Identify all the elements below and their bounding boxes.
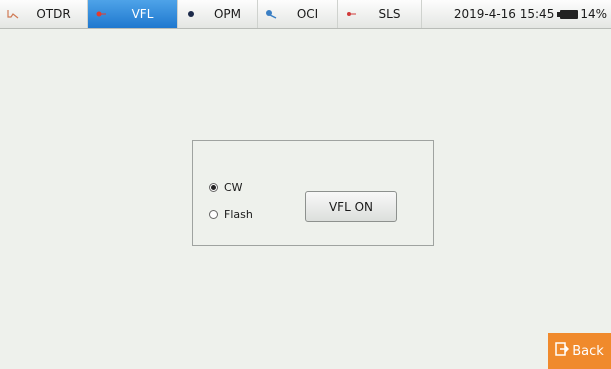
back-label: Back <box>572 343 604 359</box>
exit-icon <box>555 342 570 360</box>
opm-dot-icon <box>178 9 204 19</box>
tab-otdr[interactable]: OTDR <box>0 0 88 28</box>
tab-opm[interactable]: OPM <box>178 0 258 28</box>
otdr-trace-icon <box>0 9 26 19</box>
tab-label: OPM <box>213 7 242 21</box>
tab-label: VFL <box>131 7 154 21</box>
oci-probe-icon <box>258 9 284 19</box>
tab-vfl[interactable]: VFL <box>88 0 178 28</box>
radio-checked-icon <box>209 183 218 192</box>
radio-flash[interactable]: Flash <box>209 208 253 221</box>
tab-sls[interactable]: SLS <box>338 0 422 28</box>
datetime-label: 2019-4-16 15:45 <box>453 7 555 21</box>
radio-label: CW <box>224 181 243 194</box>
top-tab-bar: OTDR VFL OPM OCI SLS 2019-4-16 15:45 14% <box>0 0 611 29</box>
radio-label: Flash <box>224 208 253 221</box>
status-area: 2019-4-16 15:45 14% <box>454 0 611 28</box>
battery-percent: 14% <box>580 7 607 21</box>
radio-unchecked-icon <box>209 210 218 219</box>
radio-cw[interactable]: CW <box>209 181 243 194</box>
vfl-on-button[interactable]: VFL ON <box>305 191 397 222</box>
battery-icon <box>557 9 579 19</box>
tab-label: OTDR <box>36 7 71 21</box>
vfl-settings-panel: CW Flash VFL ON <box>192 140 434 246</box>
sls-source-icon <box>338 9 364 19</box>
back-button[interactable]: Back <box>548 333 611 369</box>
vfl-laser-icon <box>88 9 114 19</box>
tab-oci[interactable]: OCI <box>258 0 338 28</box>
tab-label: SLS <box>378 7 401 21</box>
tab-label: OCI <box>296 7 319 21</box>
